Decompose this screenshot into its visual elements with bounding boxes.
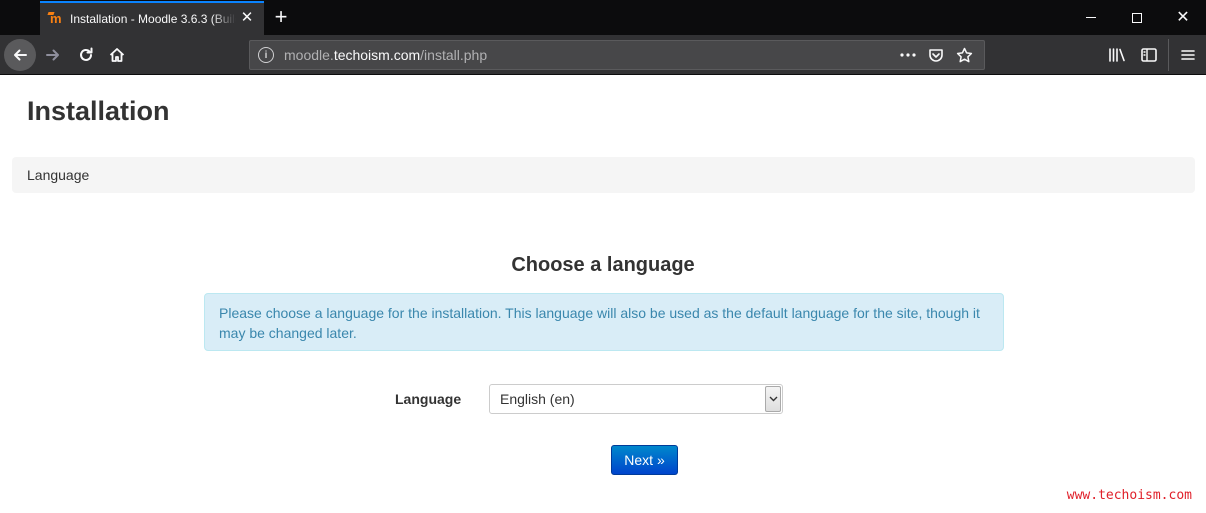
menu-button[interactable]: [1172, 39, 1204, 71]
forward-arrow-icon: [46, 49, 59, 61]
home-icon: [109, 48, 125, 62]
next-button[interactable]: Next »: [611, 445, 678, 475]
pocket-icon[interactable]: [922, 45, 950, 65]
navigation-toolbar: i moodle.techoism.com/install.php: [0, 35, 1206, 75]
language-selected-value: English (en): [500, 391, 575, 407]
breadcrumb: Language: [12, 157, 1195, 193]
back-arrow-icon: [14, 49, 27, 61]
tab-strip: m Installation - Moodle 3.6.3 (Build: 20…: [0, 0, 1206, 35]
watermark: www.techoism.com: [1066, 488, 1192, 503]
url-actions: [894, 45, 978, 65]
minimize-button[interactable]: [1068, 0, 1114, 35]
section-heading: Choose a language: [511, 254, 695, 276]
tab-installation[interactable]: m Installation - Moodle 3.6.3 (Build: 20…: [40, 1, 264, 35]
tab-title: Installation - Moodle 3.6.3 (Build: 2019…: [70, 12, 236, 26]
reload-button[interactable]: [70, 39, 102, 71]
sidebar-button[interactable]: [1133, 39, 1165, 71]
chevron-down-icon[interactable]: [765, 386, 781, 412]
close-tab-icon[interactable]: ✕: [240, 10, 254, 25]
reload-icon: [80, 47, 93, 61]
language-label: Language: [395, 391, 462, 407]
close-window-button[interactable]: ✕: [1160, 0, 1206, 35]
new-tab-button[interactable]: +: [271, 6, 291, 28]
back-button[interactable]: [4, 39, 36, 71]
page-title: Installation: [27, 96, 170, 126]
library-icon: [1109, 48, 1125, 62]
library-button[interactable]: [1101, 39, 1133, 71]
more-icon[interactable]: [894, 45, 922, 65]
moodle-favicon-icon: m: [47, 12, 64, 26]
language-select[interactable]: English (en): [489, 384, 783, 414]
url-text[interactable]: moodle.techoism.com/install.php: [284, 47, 487, 63]
hamburger-menu-icon: [1181, 50, 1195, 60]
info-alert: Please choose a language for the install…: [204, 293, 1004, 351]
maximize-button[interactable]: [1114, 0, 1160, 35]
breadcrumb-item-language: Language: [27, 167, 90, 183]
url-bar[interactable]: i moodle.techoism.com/install.php: [249, 40, 985, 70]
bookmark-star-icon[interactable]: [950, 45, 978, 65]
home-button[interactable]: [101, 39, 133, 71]
site-info-icon[interactable]: i: [258, 47, 274, 63]
toolbar-separator: [1168, 39, 1169, 71]
forward-button[interactable]: [37, 39, 69, 71]
page-content: Installation Language Choose a language …: [0, 76, 1206, 513]
sidebar-icon: [1141, 48, 1157, 62]
